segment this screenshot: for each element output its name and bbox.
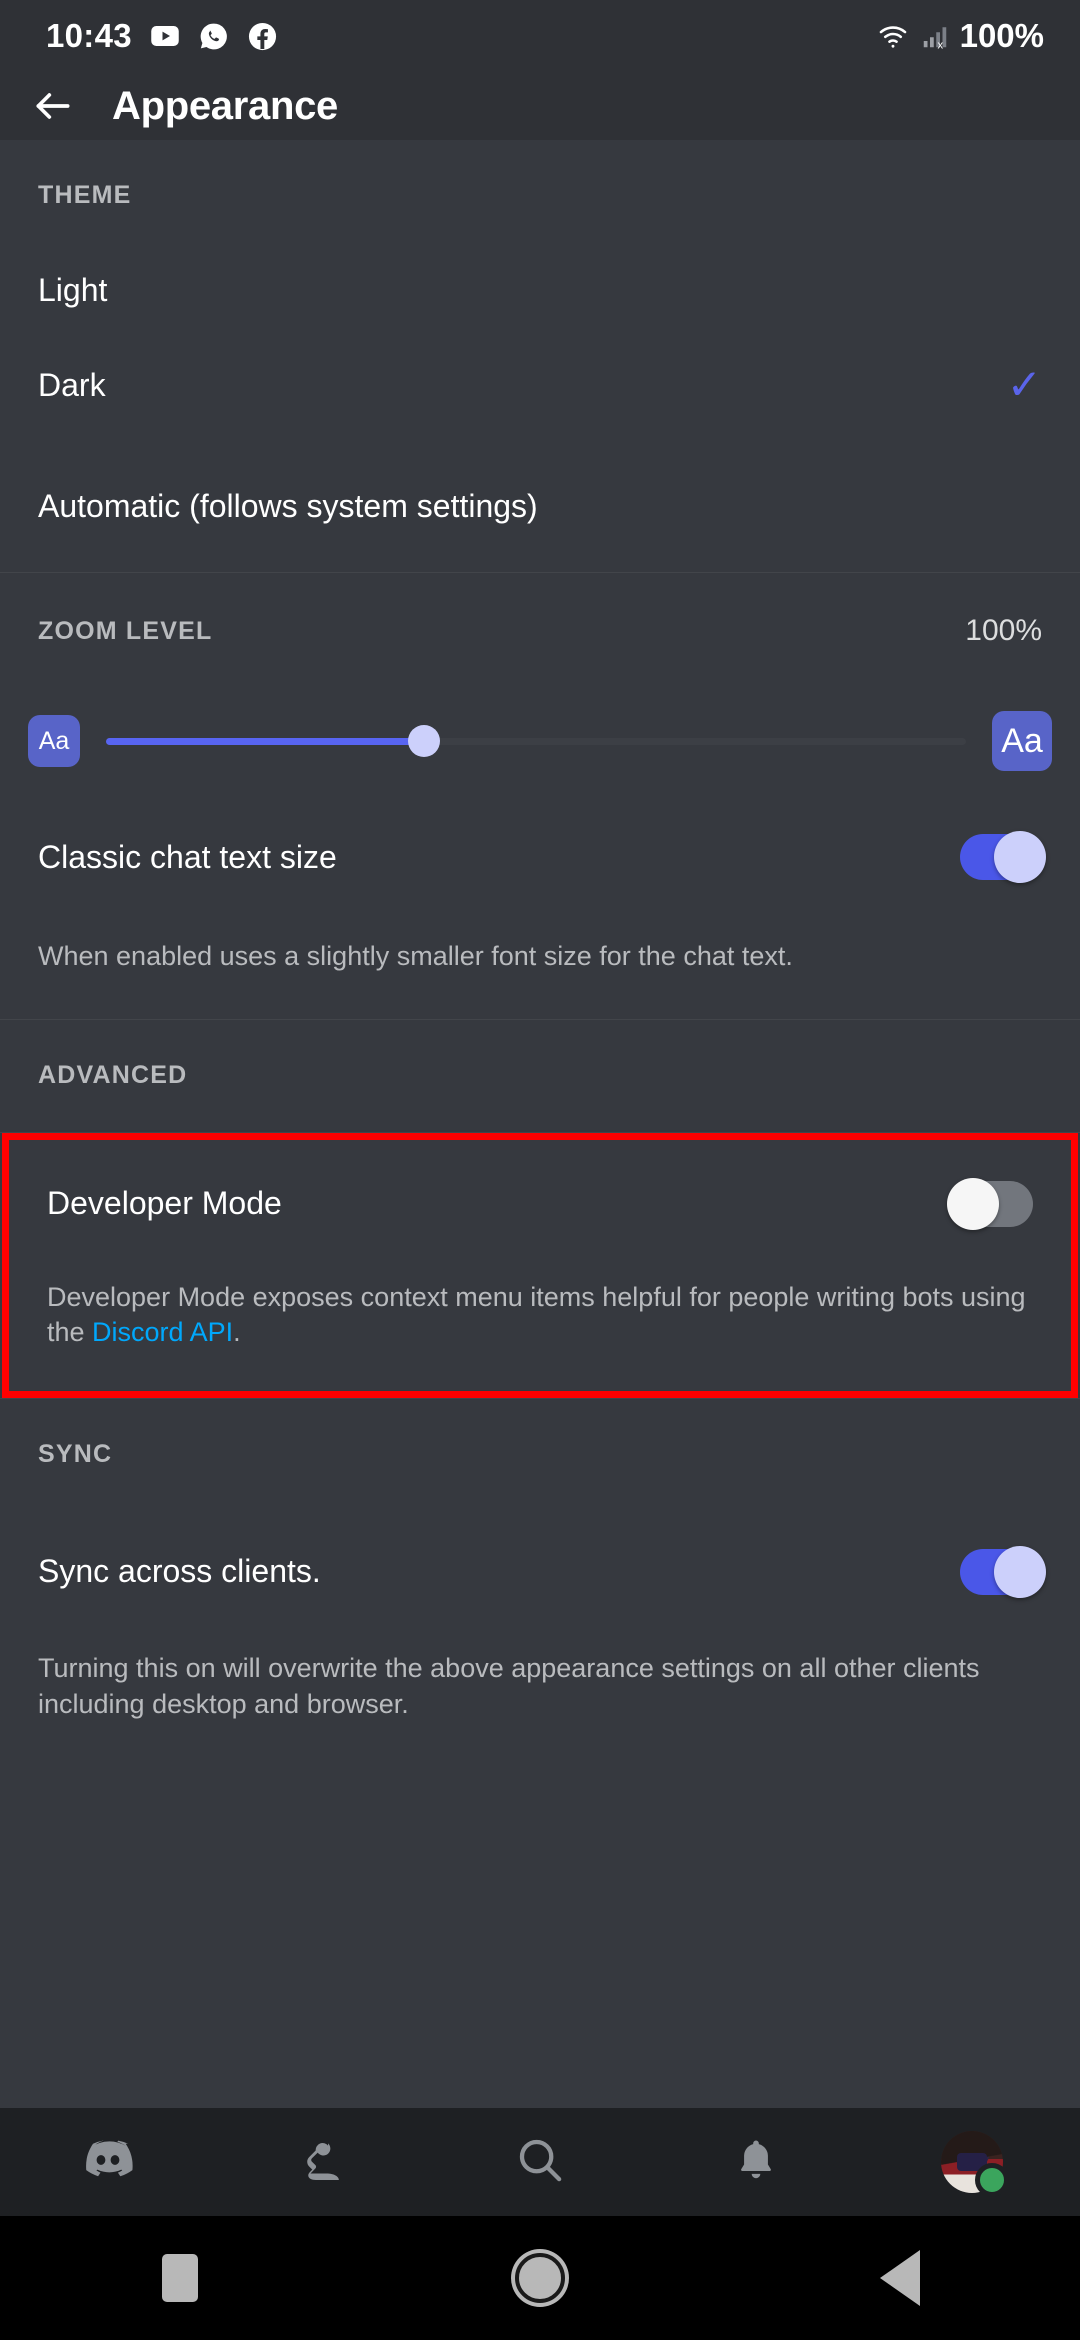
section-header-advanced-label: ADVANCED [38,1061,188,1090]
sync-across-clients-toggle[interactable] [960,1545,1046,1598]
page-title: Appearance [112,83,338,128]
section-header-zoom: ZOOM LEVEL 100% [0,573,1080,689]
status-bar: 10:43 x 100% [0,0,1080,72]
facebook-icon [247,21,278,52]
sync-across-clients-label: Sync across clients. [38,1553,321,1590]
zoom-slider[interactable] [106,717,966,765]
avatar[interactable] [941,2131,1009,2197]
recents-icon [162,2254,198,2302]
sync-across-clients-row[interactable]: Sync across clients. [0,1511,1080,1633]
theme-option-dark-label: Dark [38,366,106,403]
nav-tab-friends[interactable] [216,2133,432,2192]
nav-tab-profile[interactable] [864,2131,1080,2197]
theme-option-automatic[interactable]: Automatic (follows system settings) [0,440,1080,572]
back-icon [880,2250,920,2306]
discord-api-link[interactable]: Discord API [92,1317,233,1347]
toggle-knob [994,831,1046,883]
developer-mode-label: Developer Mode [47,1185,282,1222]
status-bar-clock: 10:43 [46,17,132,54]
back-arrow-icon[interactable] [30,83,76,129]
online-status-indicator [975,2163,1009,2197]
settings-content: THEME Light Dark ✓ Automatic (follows sy… [0,140,1080,1723]
developer-mode-highlight-box: Developer Mode Developer Mode exposes co… [2,1132,1078,1398]
bottom-navigation-bar [0,2108,1080,2216]
nav-tab-search[interactable] [432,2133,648,2192]
back-triangle-button[interactable] [720,2250,1080,2306]
toggle-knob [994,1545,1046,1598]
discord-home-icon [79,2131,137,2194]
friends-icon [297,2133,351,2192]
developer-mode-description-end: . [233,1317,241,1348]
nav-tab-home[interactable] [0,2131,216,2194]
android-navigation-bar [0,2216,1080,2340]
whatsapp-icon [198,21,229,52]
status-bar-right: x 100% [876,17,1044,55]
search-icon [513,2133,567,2192]
theme-option-light-label: Light [38,271,108,308]
zoom-slider-fill [106,737,425,745]
developer-mode-description: Developer Mode exposes context menu item… [9,1268,1071,1391]
status-bar-left: 10:43 [46,17,278,55]
developer-mode-row[interactable]: Developer Mode [9,1140,1071,1268]
cellular-signal-off-icon: x [920,21,950,51]
app-header: Appearance [0,72,1080,140]
increase-text-size-button[interactable]: Aa [992,711,1052,771]
home-circle-button[interactable] [360,2253,720,2303]
developer-mode-toggle[interactable] [947,1177,1033,1230]
classic-chat-text-size-row[interactable]: Classic chat text size [0,793,1080,921]
toggle-knob [947,1177,999,1230]
section-header-theme: THEME [0,140,1080,250]
section-header-sync: SYNC [0,1399,1080,1511]
youtube-icon [150,21,180,51]
selected-check-icon: ✓ [1006,361,1042,408]
nav-tab-notifications[interactable] [648,2134,864,2191]
classic-chat-text-size-description: When enabled uses a slightly smaller fon… [38,941,793,971]
sync-across-clients-description: Turning this on will overwrite the above… [38,1652,980,1719]
increase-text-size-label: Aa [1001,721,1043,760]
battery-percentage: 100% [959,17,1044,54]
classic-chat-text-size-label: Classic chat text size [38,838,337,875]
home-icon [515,2253,565,2303]
recents-square-button[interactable] [0,2254,360,2302]
phone-screen: 10:43 x 100% Appearance THEME Light Dark… [0,0,1080,2340]
zoom-slider-thumb[interactable] [408,725,441,757]
classic-chat-text-size-toggle[interactable] [960,831,1046,883]
section-header-advanced: ADVANCED [0,1020,1080,1132]
section-header-theme-label: THEME [38,180,132,209]
decrease-text-size-button[interactable]: Aa [28,715,80,767]
theme-option-light[interactable]: Light [0,250,1080,330]
decrease-text-size-label: Aa [38,726,70,755]
wifi-icon [876,19,910,53]
theme-option-dark[interactable]: Dark ✓ [0,330,1080,440]
svg-text:x: x [937,40,943,52]
zoom-level-value: 100% [965,614,1042,647]
theme-option-automatic-label: Automatic (follows system settings) [38,487,538,524]
notifications-bell-icon [730,2134,782,2191]
zoom-slider-row[interactable]: Aa Aa [0,689,1080,793]
section-header-zoom-label: ZOOM LEVEL [38,616,213,645]
section-header-sync-label: SYNC [38,1440,113,1469]
